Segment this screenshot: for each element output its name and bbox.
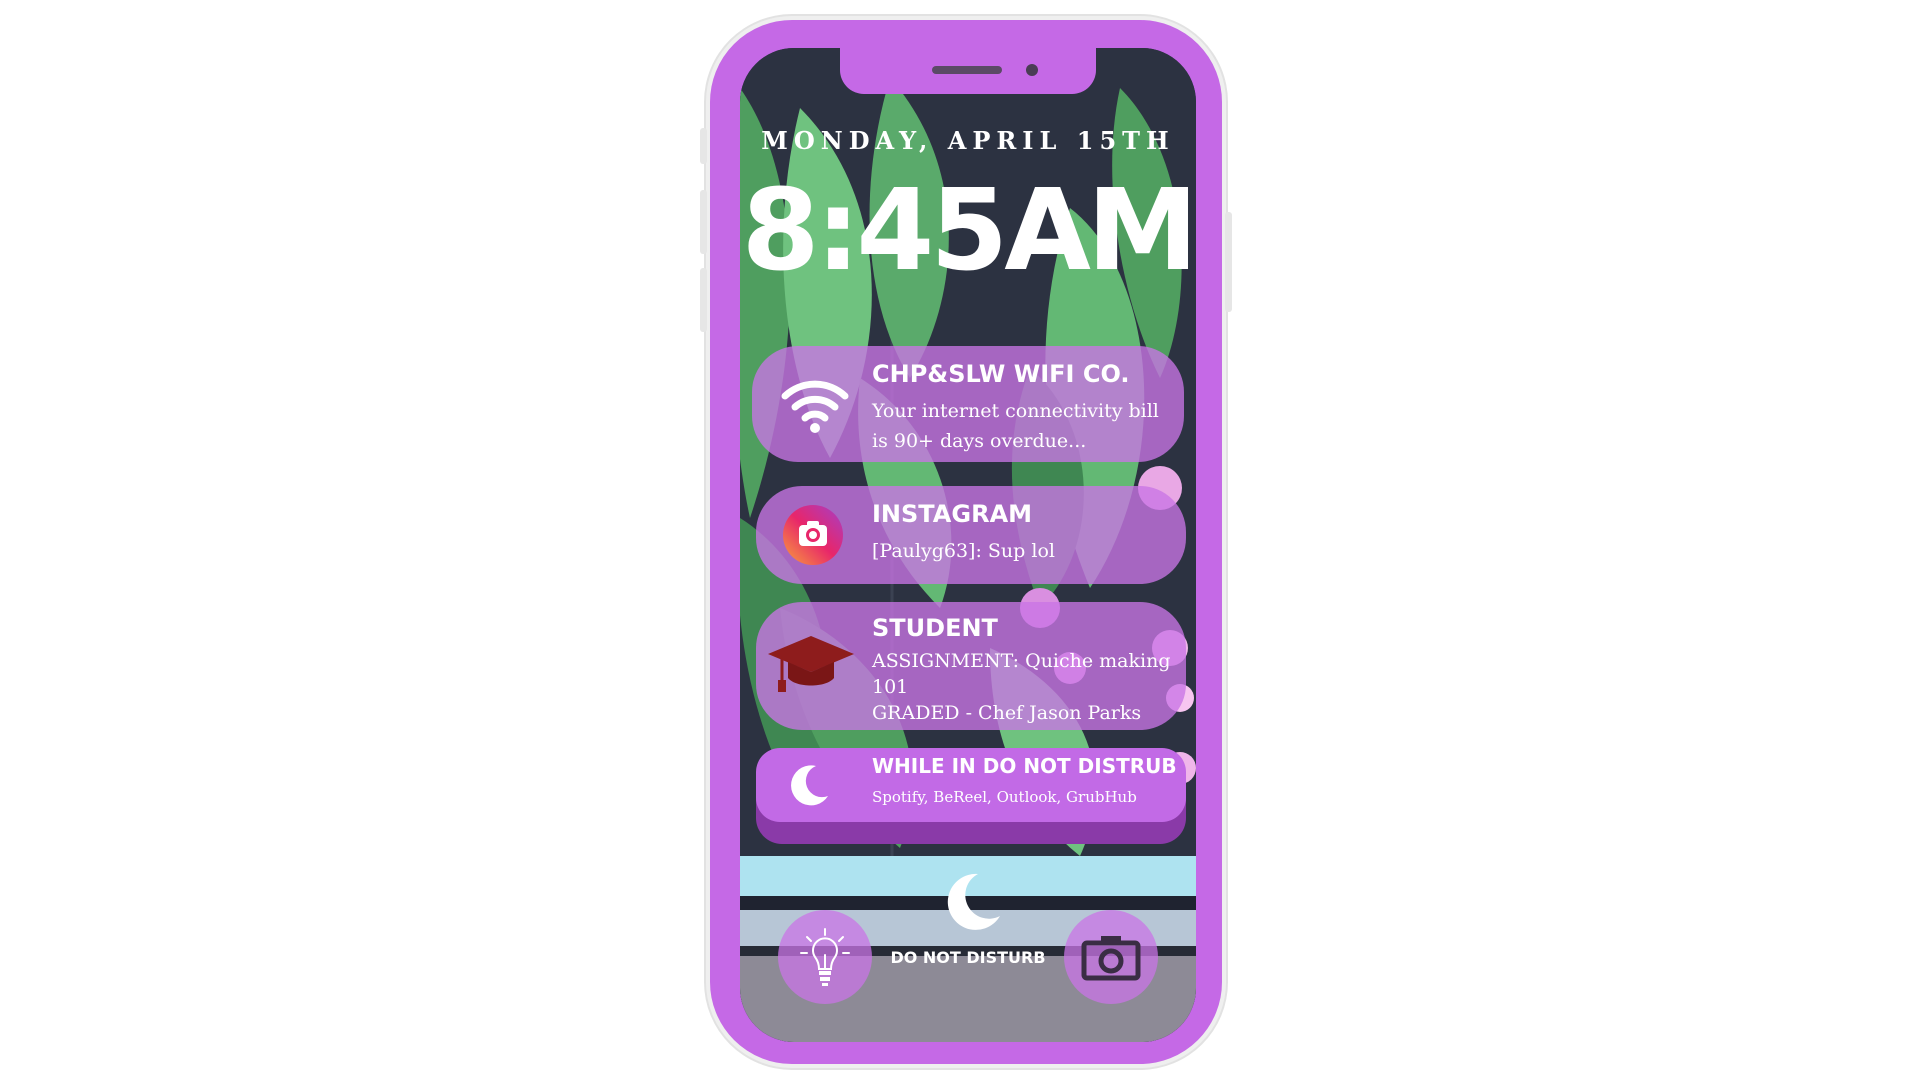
power-button <box>1225 212 1232 312</box>
notification-instagram[interactable]: INSTAGRAM [Paulyg63]: Sup lol <box>756 486 1186 584</box>
notification-wifi[interactable]: CHP&SLW WIFI CO. Your internet connectiv… <box>752 346 1184 462</box>
notification-student[interactable]: STUDENT ASSIGNMENT: Quiche making 101 GR… <box>756 602 1186 730</box>
notification-app-name: WHILE IN DO NOT DISTRUB <box>872 754 1177 778</box>
notification-app-name: INSTAGRAM <box>872 500 1033 528</box>
instagram-icon <box>782 504 844 566</box>
lockscreen-date: MONDAY, APRIL 15TH <box>761 126 1175 155</box>
lock-screen: MONDAY, APRIL 15TH 8:45AM CHP&SLW WIFI C… <box>740 48 1196 1042</box>
notification-app-name: CHP&SLW WIFI CO. <box>872 360 1130 388</box>
notification-dnd-summary[interactable]: WHILE IN DO NOT DISTRUB Spotify, BeReel,… <box>756 748 1186 822</box>
canvas: MONDAY, APRIL 15TH 8:45AM CHP&SLW WIFI C… <box>0 0 1920 1080</box>
volume-up-button <box>700 190 707 254</box>
notification-message-line: GRADED - Chef Jason Parks <box>872 702 1142 724</box>
dnd-label: DO NOT DISTURB <box>890 948 1046 967</box>
notch <box>840 48 1096 94</box>
mute-switch <box>700 128 707 164</box>
lockscreen-time: 8:45AM <box>741 166 1196 296</box>
notification-message: Spotify, BeReel, Outlook, GrubHub <box>872 788 1137 806</box>
graduation-cap-icon <box>766 632 856 696</box>
front-camera <box>1026 64 1038 76</box>
flashlight-bulb-icon <box>800 928 850 986</box>
notification-message: ASSIGNMENT: Quiche making 101 GRADED - C… <box>872 648 1182 726</box>
volume-down-button <box>700 268 707 332</box>
camera-button[interactable] <box>1064 910 1158 1004</box>
camera-icon <box>1081 936 1141 981</box>
phone-frame: MONDAY, APRIL 15TH 8:45AM CHP&SLW WIFI C… <box>700 16 1232 1068</box>
earpiece-speaker <box>932 66 1002 74</box>
notification-message: [Paulyg63]: Sup lol <box>872 540 1055 562</box>
notification-message-line: ASSIGNMENT: Quiche making 101 <box>872 650 1171 698</box>
wifi-icon <box>780 374 850 434</box>
moon-icon <box>786 762 832 808</box>
flashlight-button[interactable] <box>778 910 872 1004</box>
notification-app-name: STUDENT <box>872 614 998 642</box>
notification-message: Your internet connectivity bill is 90+ d… <box>872 400 1159 452</box>
dnd-moon-icon[interactable] <box>940 870 1004 939</box>
